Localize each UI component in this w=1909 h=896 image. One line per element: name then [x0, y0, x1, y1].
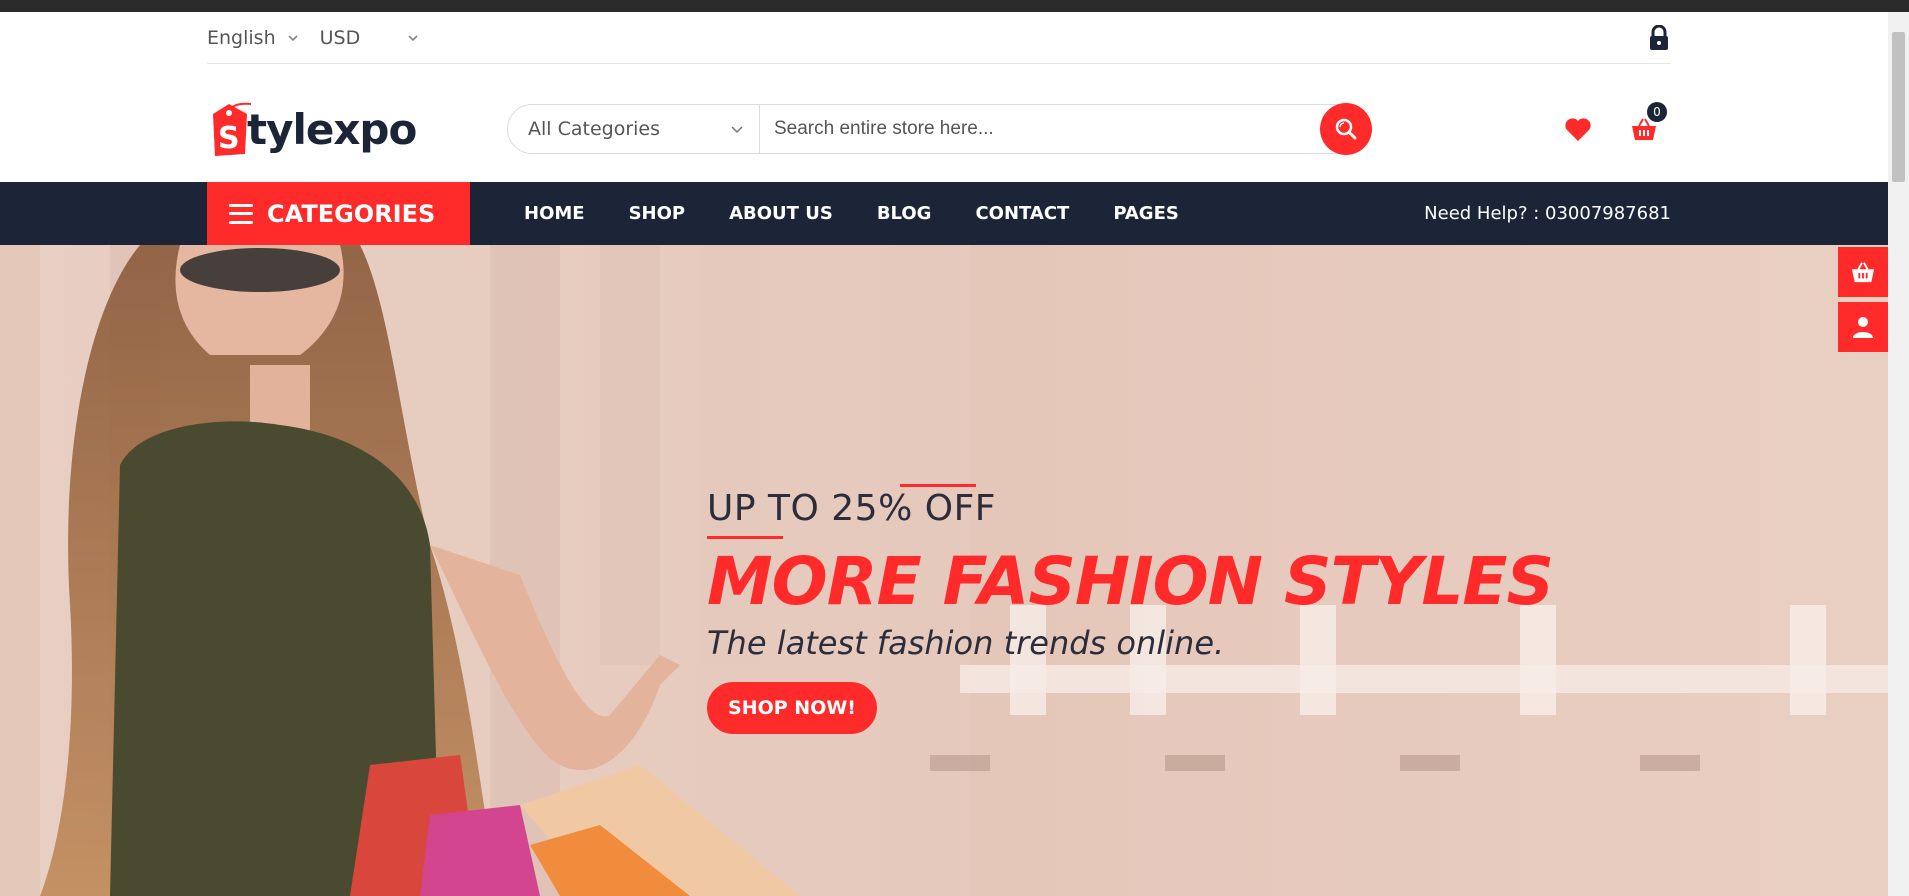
side-cart-button[interactable] — [1838, 247, 1888, 297]
nav-link-blog[interactable]: BLOG — [877, 203, 932, 224]
lock-icon[interactable] — [1647, 24, 1671, 51]
search-bar: All Categories — [507, 103, 1372, 155]
hero-tagline: The latest fashion trends online. — [707, 624, 1225, 662]
vertical-scrollbar[interactable] — [1888, 12, 1909, 896]
categories-button[interactable]: CATEGORIES — [207, 182, 470, 245]
nav-link-shop[interactable]: SHOP — [629, 203, 686, 224]
cart-count-badge: 0 — [1647, 102, 1667, 122]
nav-link-home[interactable]: HOME — [524, 203, 585, 224]
search-icon — [1335, 118, 1357, 140]
help-phone: Need Help? : 03007987681 — [1424, 203, 1671, 224]
currency-label: USD — [319, 26, 361, 49]
nav-link-contact[interactable]: CONTACT — [975, 203, 1069, 224]
offer-accent-line — [707, 536, 783, 539]
search-input[interactable] — [760, 105, 1370, 153]
nav-link-pages[interactable]: PAGES — [1113, 203, 1179, 224]
category-select[interactable]: All Categories — [508, 105, 760, 153]
logo-tag-icon: S — [213, 102, 251, 156]
hero-content: UP TO 25% OFF MORE FASHION STYLES The la… — [707, 484, 1554, 734]
page: English USD S tylexpo All Categories Sea… — [0, 12, 1888, 896]
chevron-down-icon — [288, 34, 298, 41]
logo[interactable]: S tylexpo — [207, 100, 507, 158]
user-icon — [1853, 317, 1873, 338]
currency-selector[interactable]: USD — [320, 27, 419, 49]
header: S tylexpo All Categories Search entire s… — [207, 64, 1671, 194]
chevron-down-icon — [731, 126, 743, 134]
search-button[interactable] — [1320, 103, 1372, 155]
offer-accent-line — [900, 484, 976, 487]
nav-links: HOME SHOP ABOUT US BLOG CONTACT PAGES — [524, 203, 1179, 224]
top-bar: English USD — [207, 12, 1671, 64]
main-navbar: CATEGORIES HOME SHOP ABOUT US BLOG CONTA… — [0, 182, 1888, 245]
heart-icon — [1565, 118, 1591, 141]
logo-letter: S — [218, 121, 240, 156]
wishlist-button[interactable] — [1563, 114, 1593, 144]
logo-text: tylexpo — [247, 104, 417, 154]
shop-now-button[interactable]: SHOP NOW! — [707, 682, 877, 734]
hero-headline: MORE FASHION STYLES — [707, 543, 1554, 620]
nav-link-about-us[interactable]: ABOUT US — [729, 203, 833, 224]
categories-label: CATEGORIES — [267, 199, 436, 228]
hero-banner: UP TO 25% OFF MORE FASHION STYLES The la… — [0, 245, 1888, 896]
hero-offer-text: UP TO 25% OFF — [707, 488, 996, 529]
basket-icon — [1851, 262, 1875, 283]
language-label: English — [207, 26, 276, 49]
cart-button[interactable]: 0 — [1629, 102, 1667, 144]
side-account-button[interactable] — [1838, 302, 1888, 352]
hamburger-icon — [229, 203, 253, 224]
header-icons: 0 — [1563, 102, 1667, 144]
language-selector[interactable]: English — [207, 27, 298, 49]
hero-offer: UP TO 25% OFF — [707, 484, 1553, 539]
browser-frame-top — [0, 0, 1909, 12]
category-select-value: All Categories — [528, 118, 661, 140]
chevron-down-icon — [408, 34, 418, 41]
scrollbar-thumb[interactable] — [1892, 32, 1905, 182]
